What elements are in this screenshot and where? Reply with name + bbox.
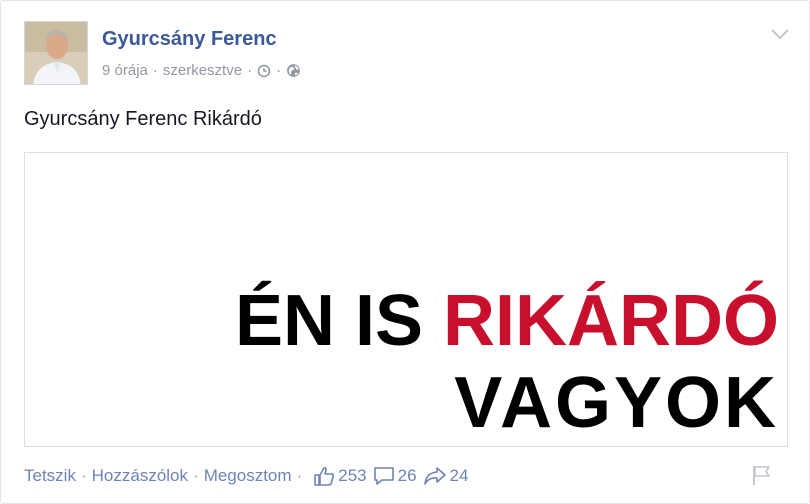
comment-count-value: 26 xyxy=(397,466,417,485)
like-count[interactable]: 253 xyxy=(313,466,367,486)
action-separator: · xyxy=(193,466,199,485)
clock-icon[interactable] xyxy=(257,64,271,78)
like-count-value: 253 xyxy=(338,466,367,485)
edited-label[interactable]: szerkesztve xyxy=(163,62,242,79)
thumbs-up-icon xyxy=(314,466,335,486)
meta-separator: · xyxy=(247,62,253,79)
image-line1-black: ÉN IS xyxy=(234,281,443,361)
post-text: Gyurcsány Ferenc Rikárdó xyxy=(24,108,262,130)
comment-count[interactable]: 26 xyxy=(373,466,417,486)
share-count[interactable]: 24 xyxy=(423,466,469,486)
like-button[interactable]: Tetszik xyxy=(24,466,76,486)
comment-button[interactable]: Hozzászólok xyxy=(92,466,188,486)
share-count-value: 24 xyxy=(449,466,469,485)
author-name[interactable]: Gyurcsány Ferenc xyxy=(102,28,277,51)
globe-icon[interactable] xyxy=(286,63,301,78)
chevron-down-icon[interactable] xyxy=(769,25,791,43)
flag-icon[interactable] xyxy=(751,464,773,486)
post-meta: 9 órája · szerkesztve · · xyxy=(102,62,301,79)
image-line2: VAGYOK xyxy=(454,363,779,443)
meta-separator: · xyxy=(152,62,158,79)
comment-icon xyxy=(373,467,394,485)
action-bar: Tetszik · Hozzászólok · Megosztom · 253 … xyxy=(24,466,468,486)
avatar[interactable] xyxy=(24,21,88,85)
image-line1-red: RIKÁRDÓ xyxy=(443,281,779,361)
share-button[interactable]: Megosztom xyxy=(204,466,292,486)
action-separator: · xyxy=(296,466,303,485)
post-card: Gyurcsány Ferenc 9 órája · szerkesztve ·… xyxy=(0,0,810,504)
post-image[interactable]: ÉN IS RIKÁRDÓ VAGYOK xyxy=(24,152,788,447)
meta-separator: · xyxy=(276,62,282,79)
share-icon xyxy=(423,467,446,485)
image-line1: ÉN IS RIKÁRDÓ xyxy=(235,285,779,357)
post-time[interactable]: 9 órája xyxy=(102,62,148,79)
action-separator: · xyxy=(80,466,87,485)
avatar-image xyxy=(25,22,87,84)
